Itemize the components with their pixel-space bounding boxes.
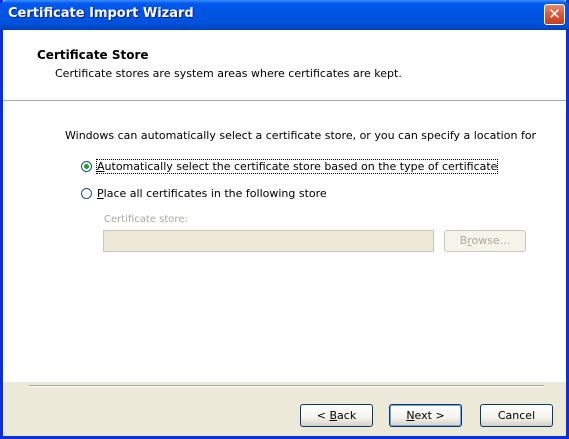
radio-place-in-store-label[interactable]: Place all certificates in the following … [97, 187, 327, 200]
next-button[interactable]: Next > [389, 404, 462, 427]
close-icon[interactable]: ✕ [544, 4, 565, 25]
wizard-header: Certificate Store Certificate stores are… [3, 30, 566, 100]
footer-divider [29, 385, 544, 387]
certificate-store-field [103, 230, 434, 252]
radio-place-in-store[interactable]: Place all certificates in the following … [81, 187, 327, 200]
page-subtitle: Certificate stores are system areas wher… [55, 67, 402, 80]
back-button[interactable]: < Back [300, 404, 373, 427]
intro-text: Windows can automatically select a certi… [65, 129, 537, 142]
browse-button: Browse... [444, 230, 526, 252]
page-title: Certificate Store [37, 48, 149, 62]
wizard-window: Certificate Import Wizard ✕ Certificate … [0, 0, 569, 439]
radio-auto-select[interactable]: Automatically select the certificate sto… [81, 159, 499, 174]
radio-button-selected[interactable] [81, 161, 92, 172]
certificate-store-label: Certificate store: [104, 214, 188, 225]
cancel-button[interactable]: Cancel [480, 404, 553, 427]
radio-auto-select-label[interactable]: Automatically select the certificate sto… [95, 159, 499, 174]
window-title: Certificate Import Wizard [8, 6, 194, 21]
radio-button[interactable] [81, 188, 92, 199]
title-bar[interactable]: Certificate Import Wizard ✕ [0, 0, 569, 30]
